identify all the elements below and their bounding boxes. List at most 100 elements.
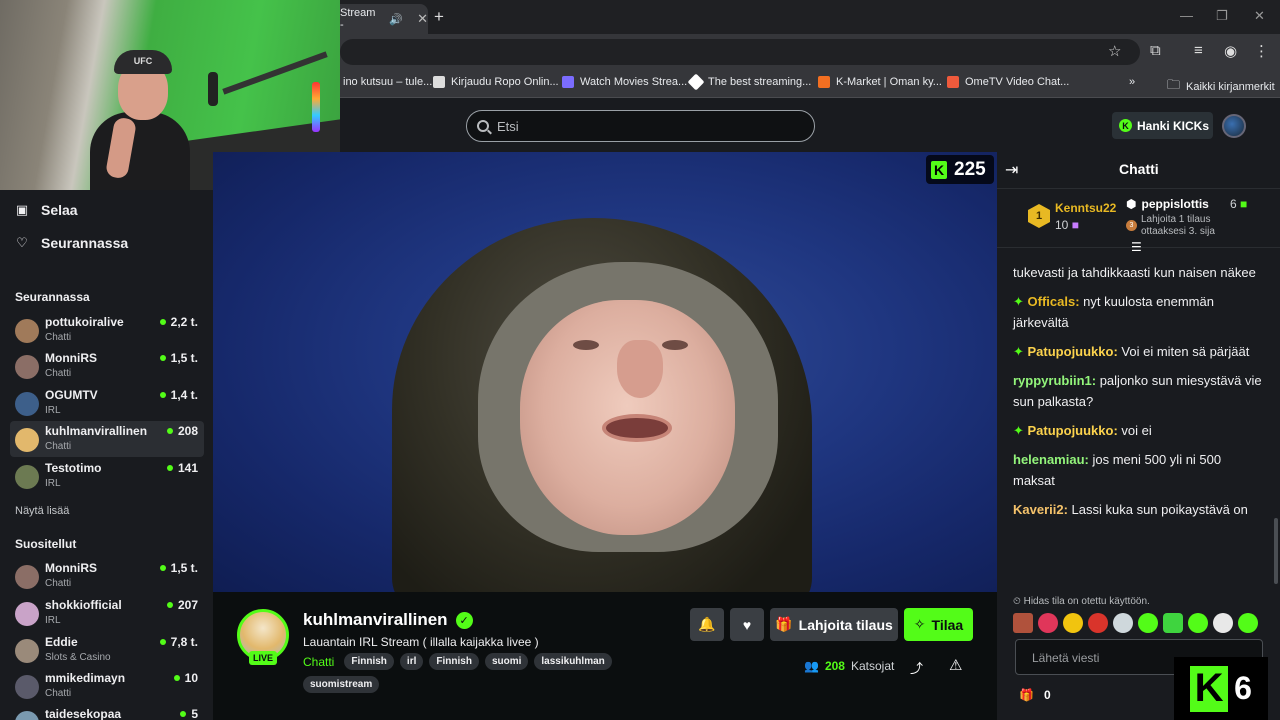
bookmark-item[interactable]: K-Market | Oman ky... bbox=[818, 76, 942, 88]
avatar bbox=[15, 465, 39, 489]
search-input[interactable]: Etsi bbox=[466, 110, 815, 142]
all-bookmarks[interactable]: 🗀 Kaikki kirjanmerkit bbox=[1167, 76, 1275, 98]
chat-username[interactable]: Patupojuukko: bbox=[1028, 344, 1118, 359]
collapse-chat-icon[interactable]: ⇥ bbox=[1005, 160, 1018, 180]
sidebar-channel-taidesekopaa[interactable]: taidesekopaa 5 bbox=[10, 704, 204, 720]
chat-scrollbar[interactable] bbox=[1274, 518, 1278, 584]
emote-icon[interactable] bbox=[1113, 613, 1133, 633]
extensions-icon[interactable]: ⧉ bbox=[1150, 42, 1161, 59]
channel-name: Eddie bbox=[45, 635, 78, 649]
emote-bar bbox=[1013, 613, 1258, 633]
chat-username[interactable]: helenamiau: bbox=[1013, 452, 1089, 467]
user-avatar[interactable] bbox=[1222, 114, 1246, 138]
gift-sub-button[interactable]: 🎁 Lahjoita tilaus bbox=[770, 608, 898, 641]
sidebar-channel-shokkiofficial[interactable]: shokkiofficial IRL 207 bbox=[10, 595, 204, 631]
subscribe-button[interactable]: ✧ Tilaa bbox=[904, 608, 973, 641]
stream-tag[interactable]: lassikuhlman bbox=[534, 653, 612, 670]
sidebar-channel-pottukoiralive[interactable]: pottukoiralive Chatti 2,2 t. bbox=[10, 312, 204, 348]
maximize-icon[interactable]: ❐ bbox=[1216, 8, 1228, 24]
chat-username[interactable]: Patupojuukko: bbox=[1028, 423, 1118, 438]
speaker-icon[interactable]: 🔊 bbox=[389, 13, 403, 26]
channel-category: Slots & Casino bbox=[45, 652, 111, 663]
sidebar-channel-mmikedimayn[interactable]: mmikedimayn Chatti 10 bbox=[10, 668, 204, 704]
kick-logo-overlay: K 6 bbox=[1174, 657, 1268, 720]
sidebar-channel-monnirs[interactable]: MonniRS Chatti 1,5 t. bbox=[10, 348, 204, 384]
expand-leaderboard-icon[interactable]: ☰ bbox=[1131, 240, 1142, 254]
channel-category: Chatti bbox=[45, 441, 72, 452]
bookmark-item[interactable]: Watch Movies Strea... bbox=[562, 76, 687, 88]
bookmark-item[interactable]: OmeTV Video Chat... bbox=[947, 76, 1069, 88]
emote-icon[interactable] bbox=[1188, 613, 1208, 633]
get-kicks-button[interactable]: K Hanki KICKs bbox=[1112, 112, 1213, 139]
viewer-count: 208 bbox=[166, 424, 198, 438]
emote-icon[interactable] bbox=[1088, 613, 1108, 633]
video-mouth bbox=[602, 414, 672, 442]
star-icon[interactable]: ☆ bbox=[1108, 42, 1121, 60]
bell-icon: 🔔 bbox=[698, 616, 716, 632]
sidebar-channel-eddie[interactable]: Eddie Slots & Casino 7,8 t. bbox=[10, 632, 204, 668]
channel-name: Testotimo bbox=[45, 461, 102, 475]
media-control-icon[interactable]: ≡ bbox=[1194, 42, 1203, 59]
sidebar-channel-kuhlmanvirallinen[interactable]: kuhlmanvirallinen Chatti 208 bbox=[10, 421, 204, 457]
bookmark-label: Kirjaudu Ropo Onlin... bbox=[451, 76, 559, 88]
stream-tag[interactable]: irl bbox=[399, 653, 424, 670]
emote-icon[interactable] bbox=[1238, 613, 1258, 633]
chat-message: ryppyrubiin1: paljonko sun miesystävä vi… bbox=[1013, 370, 1263, 412]
kick-coin-icon: K bbox=[1119, 119, 1132, 132]
channel-name: MonniRS bbox=[45, 351, 97, 365]
chat-username[interactable]: Officals: bbox=[1028, 294, 1080, 309]
viewer-count: 5 bbox=[180, 707, 198, 720]
minimize-icon[interactable]: — bbox=[1180, 8, 1193, 23]
streamer-name[interactable]: kuhlmanvirallinen bbox=[303, 610, 448, 630]
tab-close-icon[interactable]: ✕ bbox=[417, 11, 428, 27]
emote-icon[interactable] bbox=[1013, 613, 1033, 633]
leaderboard-first-name[interactable]: Kenntsu22 bbox=[1055, 201, 1116, 215]
chat-username[interactable]: ryppyrubiin1: bbox=[1013, 373, 1096, 388]
stream-tag[interactable]: Finnish bbox=[344, 653, 394, 670]
bookmark-item[interactable]: ino kutsuu – tule... bbox=[343, 76, 432, 88]
viewer-count: 7,8 t. bbox=[159, 635, 198, 649]
emote-icon[interactable] bbox=[1138, 613, 1158, 633]
share-icon[interactable]: ⤴ bbox=[910, 658, 923, 677]
channel-category: Chatti bbox=[45, 578, 72, 589]
menu-icon[interactable]: ⋮ bbox=[1254, 42, 1269, 60]
address-field[interactable] bbox=[340, 39, 1140, 65]
viewer-count-value: 1,4 t. bbox=[170, 388, 198, 402]
profile-icon[interactable]: ◉ bbox=[1224, 42, 1237, 60]
avatar bbox=[15, 355, 39, 379]
emote-icon[interactable] bbox=[1038, 613, 1058, 633]
sidebar-channel-ogumtv[interactable]: OGUMTV IRL 1,4 t. bbox=[10, 385, 204, 421]
video-eye-left bbox=[573, 340, 599, 350]
emote-icon[interactable] bbox=[1163, 613, 1183, 633]
sidebar-channel-testotimo[interactable]: Testotimo IRL 141 bbox=[10, 458, 204, 494]
clock-icon: ⏲ bbox=[1013, 596, 1024, 607]
notification-bell-button[interactable]: 🔔 bbox=[690, 608, 724, 641]
chat-message: tukevasti ja tahdikkaasti kun naisen näk… bbox=[1013, 262, 1263, 283]
nav-following[interactable]: ♡ Seurannassa bbox=[15, 235, 128, 251]
leaderboard-second[interactable]: ⬢ peppislottis bbox=[1126, 197, 1209, 211]
report-icon[interactable]: ⚠ bbox=[949, 656, 962, 674]
stream-tag[interactable]: Finnish bbox=[429, 653, 479, 670]
emote-icon[interactable] bbox=[1063, 613, 1083, 633]
viewer-count: 2,2 t. bbox=[159, 315, 198, 329]
show-more-link[interactable]: Näytä lisää bbox=[15, 505, 69, 517]
stream-tag[interactable]: suomistream bbox=[303, 676, 380, 693]
chat-kicks-tray[interactable]: 🎁 0 bbox=[1019, 688, 1051, 702]
emote-icon[interactable] bbox=[1213, 613, 1233, 633]
stream-category-link[interactable]: Chatti bbox=[303, 655, 334, 669]
chat-message-text: voi ei bbox=[1121, 423, 1152, 438]
channel-name: mmikedimayn bbox=[45, 671, 126, 685]
stream-tags: Chatti Finnish irl Finnish suomi lassiku… bbox=[303, 653, 643, 693]
nav-browse[interactable]: ▣ Selaa bbox=[15, 202, 78, 218]
bookmark-item[interactable]: Kirjaudu Ropo Onlin... bbox=[433, 76, 559, 88]
chat-username[interactable]: Kaverii2: bbox=[1013, 502, 1068, 517]
bookmark-item[interactable]: The best streaming... bbox=[687, 73, 811, 91]
new-tab-icon[interactable]: + bbox=[434, 7, 444, 27]
sparkle-badge-icon: ✦ bbox=[1013, 294, 1028, 309]
sidebar-channel-monnirs-rec[interactable]: MonniRS Chatti 1,5 t. bbox=[10, 558, 204, 594]
more-bookmarks-icon[interactable]: » bbox=[1129, 76, 1135, 88]
viewer-count: 141 bbox=[166, 461, 198, 475]
close-window-icon[interactable]: ✕ bbox=[1254, 8, 1265, 24]
stream-tag[interactable]: suomi bbox=[484, 653, 529, 670]
follow-button[interactable]: ♥ bbox=[730, 608, 764, 641]
